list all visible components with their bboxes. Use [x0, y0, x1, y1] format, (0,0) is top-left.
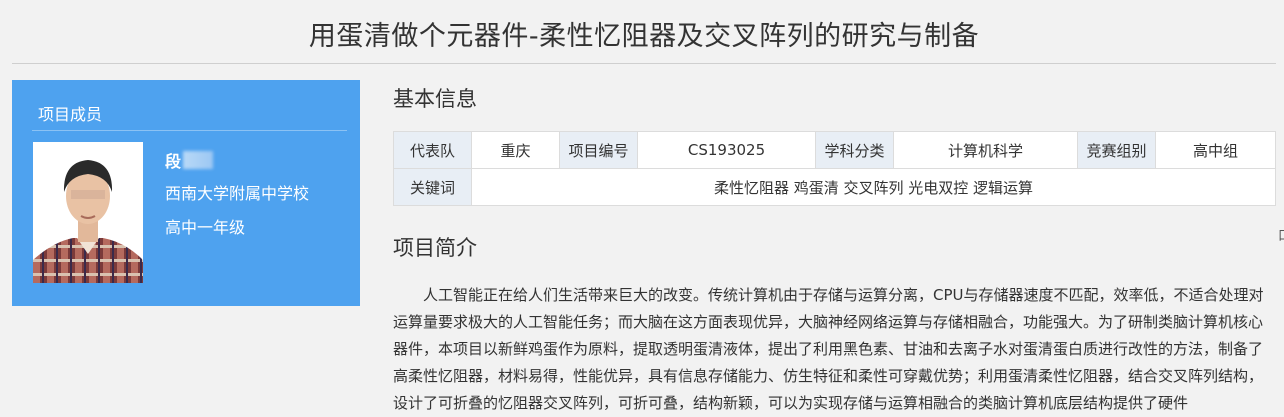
- edge-glyph: 口: [1278, 225, 1284, 244]
- member-photo: [33, 142, 143, 283]
- project-id-value-cell: CS193025: [637, 131, 816, 169]
- member-panel: 项目成员 段 西南大学附属中学校 高中一年级: [12, 80, 360, 306]
- subject-label-cell: 学科分类: [815, 131, 894, 169]
- team-label-cell: 代表队: [393, 131, 472, 169]
- intro-paragraph: 人工智能正在给人们生活带来巨大的改变。传统计算机由于存储与运算分离，CPU与存储…: [393, 286, 1264, 412]
- basic-info-table: 代表队 重庆 项目编号 CS193025 学科分类 计算机科学 竞赛组别 高中组…: [393, 131, 1276, 206]
- keywords-label-cell: 关键词: [393, 168, 472, 206]
- member-name-row: 段: [165, 148, 214, 172]
- member-name: 段: [165, 152, 182, 171]
- subject-value-cell: 计算机科学: [893, 131, 1078, 169]
- page-title: 用蛋清做个元器件-柔性忆阻器及交叉阵列的研究与制备: [308, 21, 980, 52]
- title-divider: [12, 63, 1276, 64]
- member-grade: 高中一年级: [165, 218, 246, 237]
- basic-info-heading: 基本信息: [393, 87, 477, 111]
- group-label-cell: 竞赛组别: [1077, 131, 1156, 169]
- member-panel-divider: [32, 130, 347, 131]
- team-value-cell: 重庆: [471, 131, 560, 169]
- keywords-value-cell: 柔性忆阻器 鸡蛋清 交叉阵列 光电双控 逻辑运算: [471, 168, 1276, 206]
- name-redaction-blur: [183, 151, 214, 169]
- member-school: 西南大学附属中学校: [165, 184, 310, 203]
- member-photo-portrait: [33, 142, 143, 283]
- project-id-label-cell: 项目编号: [559, 131, 638, 169]
- member-panel-title: 项目成员: [38, 105, 103, 124]
- table-row: 代表队 重庆 项目编号 CS193025 学科分类 计算机科学 竞赛组别 高中组: [393, 131, 1276, 169]
- intro-heading: 项目简介: [393, 236, 477, 260]
- table-row: 关键词 柔性忆阻器 鸡蛋清 交叉阵列 光电双控 逻辑运算: [393, 168, 1276, 206]
- group-value-cell: 高中组: [1155, 131, 1276, 169]
